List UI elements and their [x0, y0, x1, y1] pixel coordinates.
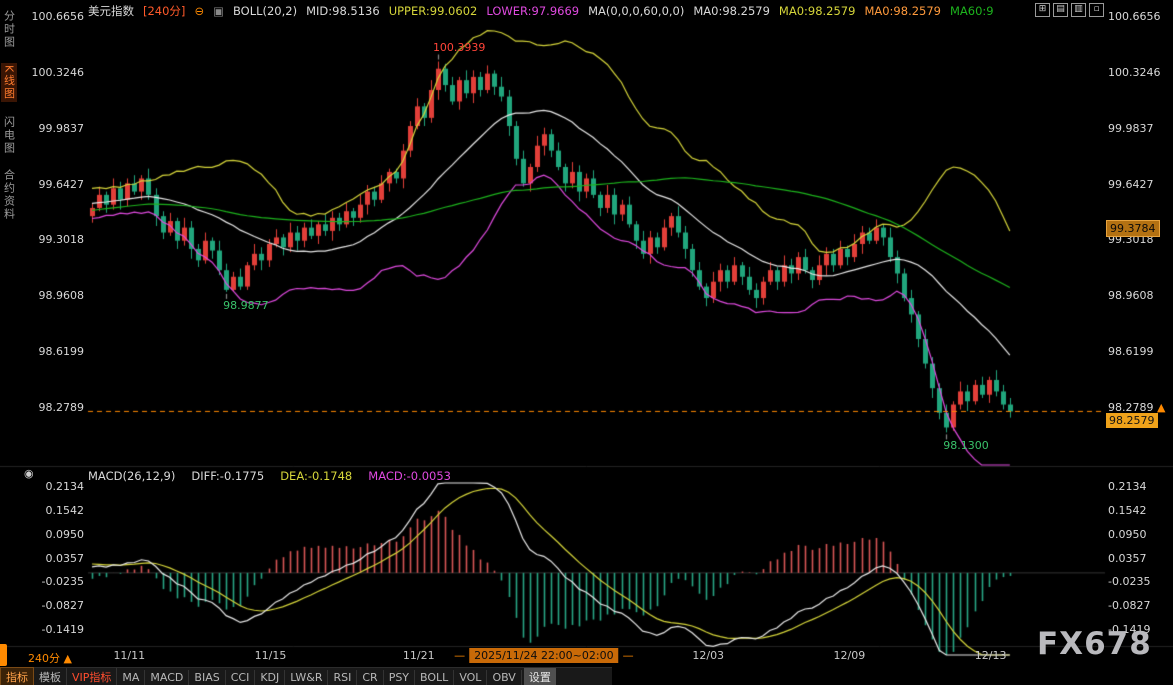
- boll-upper-value: UPPER:99.0602: [389, 4, 478, 18]
- highlight-time-label: 2025/11/24 22:00~02:00: [469, 648, 619, 663]
- price-annotation: 98.9877: [223, 300, 269, 312]
- toolbar-item-templates[interactable]: 模板: [34, 668, 67, 685]
- price-axis-label-left: 98.2789: [18, 402, 84, 414]
- toolbar-item-psy[interactable]: PSY: [384, 670, 415, 685]
- macd-axis-label-right: 0.0357: [1108, 553, 1172, 565]
- price-axis-label-right: 98.9608: [1108, 290, 1172, 302]
- toolbar-item-cci[interactable]: CCI: [226, 670, 256, 685]
- macd-title: MACD(26,12,9): [88, 469, 175, 483]
- toolbar-item-lwr[interactable]: LW&R: [285, 670, 328, 685]
- chart-header: 美元指数 [240分] ⊖ ▣ BOLL(20,2) MID:98.5136 U…: [88, 3, 994, 19]
- collapse-icon[interactable]: ⊖: [194, 4, 204, 18]
- toolbar-item-boll[interactable]: BOLL: [415, 670, 454, 685]
- boll-lower-value: LOWER:97.9669: [486, 4, 579, 18]
- boll-settings-icon[interactable]: ▣: [213, 4, 224, 18]
- macd-header: MACD(26,12,9) DIFF:-0.1775 DEA:-0.1748 M…: [88, 469, 451, 483]
- macd-diff-value: DIFF:-0.1775: [191, 469, 264, 483]
- date-label: 12/13: [971, 649, 1011, 662]
- price-axis-label-right: 98.6199: [1108, 346, 1172, 358]
- toolbar-item-rsi[interactable]: RSI: [328, 670, 357, 685]
- ma-config-label: MA(0,0,0,60,0,0): [588, 4, 684, 18]
- trading-app-window: 美元指数 [240分] ⊖ ▣ BOLL(20,2) MID:98.5136 U…: [0, 0, 1173, 685]
- sidebar-tab-lightning-chart[interactable]: 闪电图: [1, 116, 17, 155]
- price-axis-label-left: 99.3018: [18, 234, 84, 246]
- ma-value-2: MA0:98.2579: [779, 4, 856, 18]
- ma60-price-tag: 99.3784: [1106, 220, 1160, 237]
- toolbar-item-bias[interactable]: BIAS: [189, 670, 225, 685]
- price-axis-label-left: 100.3246: [18, 67, 84, 79]
- last-price-tag: 98.2579: [1106, 413, 1158, 428]
- price-chart-canvas[interactable]: [0, 0, 1173, 685]
- macd-axis-label-left: -0.1419: [18, 624, 84, 636]
- macd-axis-label-right: 0.0950: [1108, 529, 1172, 541]
- toolbar-item-vip-indicators[interactable]: VIP指标: [67, 668, 117, 685]
- price-annotation: 98.1300: [943, 440, 989, 452]
- price-axis-label-right: 100.3246: [1108, 67, 1172, 79]
- macd-dea-value: DEA:-0.1748: [280, 469, 352, 483]
- price-axis-label-right: 99.9837: [1108, 123, 1172, 135]
- sidebar-tab-contract-info[interactable]: 合约资料: [1, 169, 17, 221]
- price-axis-label-right: 100.6656: [1108, 11, 1172, 23]
- date-label: 12/09: [829, 649, 869, 662]
- toolbar-item-obv[interactable]: OBV: [487, 670, 521, 685]
- price-axis-label-left: 99.6427: [18, 179, 84, 191]
- boll-mid-value: MID:98.5136: [306, 4, 380, 18]
- layout-mini-icon[interactable]: ▫: [1089, 3, 1104, 17]
- price-axis-label-left: 98.9608: [18, 290, 84, 302]
- period-label: 240分: [28, 652, 60, 665]
- macd-axis-label-left: 0.0950: [18, 529, 84, 541]
- boll-label: BOLL(20,2): [233, 4, 297, 18]
- indicator-toolbar: 指标模板VIP指标MAMACDBIASCCIKDJLW&RRSICRPSYBOL…: [0, 667, 612, 685]
- layout-columns-icon[interactable]: ▥: [1071, 3, 1086, 17]
- toolbar-item-vol[interactable]: VOL: [454, 670, 487, 685]
- date-label: 11/21: [399, 649, 439, 662]
- layout-rows-icon[interactable]: ▤: [1053, 3, 1068, 17]
- macd-settings-icon[interactable]: ◉: [24, 467, 34, 480]
- price-annotation: 100.3939: [433, 42, 486, 54]
- toolbar-item-ma[interactable]: MA: [117, 670, 145, 685]
- macd-axis-label-left: 0.0357: [18, 553, 84, 565]
- ma-value-1: MA0:98.2579: [693, 4, 770, 18]
- period-selector[interactable]: 240分 ▲: [28, 650, 72, 666]
- window-layout-icons: ⊞▤▥▫: [1029, 3, 1104, 17]
- date-label: 11/15: [251, 649, 291, 662]
- highlight-dash-right: —: [623, 649, 634, 662]
- ma60-value: MA60:9: [950, 4, 994, 18]
- toolbar-item-indicators[interactable]: 指标: [0, 667, 34, 685]
- sidebar-tab-kline-chart[interactable]: K线图: [1, 63, 17, 102]
- ma-value-3: MA0:98.2579: [864, 4, 941, 18]
- toolbar-item-kdj[interactable]: KDJ: [255, 670, 285, 685]
- toolbar-item-cr[interactable]: CR: [357, 670, 383, 685]
- macd-axis-label-right: 0.1542: [1108, 505, 1172, 517]
- macd-axis-label-left: 0.2134: [18, 481, 84, 493]
- price-axis-label-left: 99.9837: [18, 123, 84, 135]
- macd-axis-label-left: -0.0235: [18, 576, 84, 588]
- period-up-arrow-icon: ▲: [64, 652, 72, 665]
- price-alert-arrow-icon: ▲: [1154, 401, 1166, 414]
- period-tag[interactable]: [240分]: [143, 3, 185, 19]
- macd-axis-label-left: 0.1542: [18, 505, 84, 517]
- price-axis-label-right: 99.6427: [1108, 179, 1172, 191]
- date-label: 11/11: [109, 649, 149, 662]
- highlight-dash-left: —: [454, 649, 465, 662]
- macd-axis-label-left: -0.0827: [18, 600, 84, 612]
- macd-axis-label-right: -0.0827: [1108, 600, 1172, 612]
- drawer-tab[interactable]: [0, 644, 7, 666]
- symbol-title: 美元指数: [88, 3, 134, 19]
- chart-type-sidebar: 分时图 K线图闪电图合约资料: [0, 10, 17, 221]
- price-axis-label-left: 98.6199: [18, 346, 84, 358]
- toolbar-item-settings[interactable]: 设置: [524, 668, 556, 685]
- macd-value: MACD:-0.0053: [368, 469, 451, 483]
- watermark: FX678: [1037, 626, 1152, 662]
- price-axis-label-left: 100.6656: [18, 11, 84, 23]
- date-label: 12/03: [688, 649, 728, 662]
- price-axis-label-right: 98.2789 ▲: [1108, 402, 1172, 414]
- macd-axis-label-right: -0.0235: [1108, 576, 1172, 588]
- sidebar-tab-timeshare-chart[interactable]: 分时图: [1, 10, 17, 49]
- toolbar-item-macd[interactable]: MACD: [145, 670, 189, 685]
- macd-axis-label-right: 0.2134: [1108, 481, 1172, 493]
- layout-grid-icon[interactable]: ⊞: [1035, 3, 1050, 17]
- crosshair-time-highlight: — 2025/11/24 22:00~02:00 —: [454, 648, 634, 663]
